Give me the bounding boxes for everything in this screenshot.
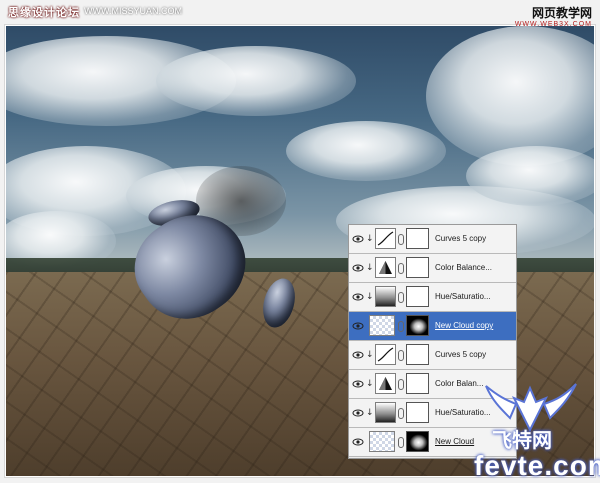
link-chain-icon[interactable] — [398, 321, 404, 332]
eye-icon[interactable] — [352, 436, 364, 448]
watermark-text: 思缘设计论坛 — [8, 7, 80, 19]
link-chain-icon[interactable] — [398, 379, 404, 390]
layer-row[interactable]: ↓ Curves 5 copy — [349, 341, 516, 370]
layer-name[interactable]: New Cloud copy — [435, 320, 515, 332]
watermark-top-right: 网页教学网 WWW.WEB3X.COM — [515, 4, 592, 28]
clipping-arrow-icon: ↓ — [366, 292, 374, 302]
layer-row-selected[interactable]: New Cloud copy — [349, 312, 516, 341]
link-chain-icon[interactable] — [398, 437, 404, 448]
clipping-arrow-icon: ↓ — [366, 350, 374, 360]
layer-row[interactable]: ↓ Curves 5 copy — [349, 225, 516, 254]
link-chain-icon[interactable] — [398, 234, 404, 245]
eye-icon[interactable] — [352, 407, 364, 419]
link-chain-icon[interactable] — [398, 292, 404, 303]
watermark-bottom-right: 飞特网 fevte.com — [466, 378, 600, 481]
cloud — [466, 146, 594, 206]
layer-name[interactable]: Color Balance... — [435, 262, 515, 274]
eye-icon[interactable] — [352, 378, 364, 390]
watermark-text: 网页教学网 — [531, 6, 592, 20]
eye-icon[interactable] — [352, 320, 364, 332]
eye-icon[interactable] — [352, 262, 364, 274]
layer-thumbnail[interactable] — [369, 315, 395, 336]
layer-row[interactable]: ↓ Color Balance... — [349, 254, 516, 283]
clipping-arrow-icon: ↓ — [366, 263, 374, 273]
link-chain-icon[interactable] — [398, 263, 404, 274]
eye-icon[interactable] — [352, 291, 364, 303]
layer-mask-thumbnail[interactable] — [406, 344, 429, 365]
watermark-top-left: 思缘设计论坛 — [8, 4, 80, 20]
watermark-url: WWW.WEB3X.COM — [514, 21, 592, 28]
clipping-arrow-icon: ↓ — [366, 408, 374, 418]
layer-mask-thumbnail[interactable] — [406, 257, 429, 278]
clipping-arrow-icon: ↓ — [366, 234, 374, 244]
eye-icon[interactable] — [352, 349, 364, 361]
color-balance-icon[interactable] — [375, 257, 396, 278]
layer-name[interactable]: Curves 5 copy — [435, 349, 515, 361]
layer-mask-thumbnail[interactable] — [406, 431, 429, 452]
eye-icon[interactable] — [352, 233, 364, 245]
layer-mask-thumbnail[interactable] — [406, 286, 429, 307]
watermark-text: 飞特网 — [492, 428, 552, 452]
clipping-arrow-icon: ↓ — [366, 379, 374, 389]
watermark-url: fevte.com — [474, 450, 600, 481]
layer-mask-thumbnail[interactable] — [406, 315, 429, 336]
hue-saturation-icon[interactable] — [375, 402, 396, 423]
link-chain-icon[interactable] — [398, 350, 404, 361]
layer-mask-thumbnail[interactable] — [406, 402, 429, 423]
layer-name[interactable]: Curves 5 copy — [435, 233, 515, 245]
watermark-url: WWW.MISSYUAN.COM — [84, 6, 182, 16]
hue-saturation-icon[interactable] — [375, 286, 396, 307]
cloud — [156, 46, 356, 116]
curves-icon[interactable] — [375, 344, 396, 365]
layer-name[interactable]: Hue/Saturatio... — [435, 291, 515, 303]
link-chain-icon[interactable] — [398, 408, 404, 419]
cloud — [286, 121, 446, 181]
layer-mask-thumbnail[interactable] — [406, 373, 429, 394]
color-balance-icon[interactable] — [375, 373, 396, 394]
layer-mask-thumbnail[interactable] — [406, 228, 429, 249]
cloud — [426, 26, 594, 166]
curves-icon[interactable] — [375, 228, 396, 249]
layer-row[interactable]: ↓ Hue/Saturatio... — [349, 283, 516, 312]
layer-thumbnail[interactable] — [369, 431, 395, 452]
